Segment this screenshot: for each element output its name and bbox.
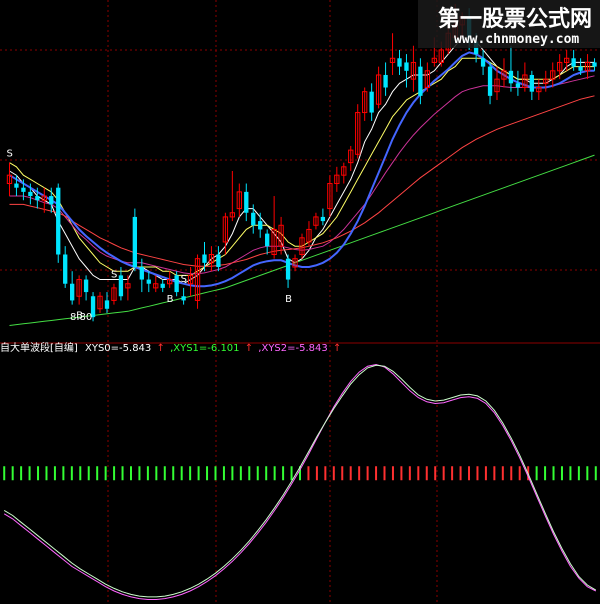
indicator-line-0 (3, 363, 597, 600)
candle-body-25 (181, 296, 186, 301)
candle-body-45 (320, 216, 326, 222)
indicator-panel[interactable] (3, 363, 600, 600)
candle-body-19 (139, 267, 144, 280)
candle-body-36 (258, 221, 263, 230)
candle-body-59 (418, 66, 423, 96)
candle-body-2 (21, 187, 26, 192)
candle-body-37 (265, 233, 270, 247)
indicator-histogram (3, 466, 597, 481)
legend-xys0: XYS0=-5.843 (85, 343, 151, 354)
legend-xys2: ,XYS2=-5.843 (258, 343, 327, 354)
candle-body-30 (216, 254, 221, 268)
candle-body-20 (146, 279, 151, 284)
candle-body-28 (202, 254, 207, 263)
candle-body-68 (480, 58, 486, 67)
grid-lines (0, 0, 600, 604)
signal-marker-2: S (111, 270, 117, 281)
indicator-lines (3, 363, 597, 600)
stock-chart[interactable]: SBSBSBS 8.80 自大单波段[自编] XYS0=-5.843 ↑ ,XY… (0, 0, 600, 604)
candle-body-35 (251, 212, 256, 226)
candle-body-34 (244, 191, 249, 213)
candle-body-3 (28, 191, 33, 197)
low-price-label: 8.80 (70, 312, 92, 323)
candle-body-6 (49, 196, 54, 205)
signal-markers: SBSBSBS (6, 0, 458, 322)
candle-body-57 (404, 62, 409, 71)
legend-xys0-arrow: ↑ (156, 343, 164, 354)
candle-body-40 (285, 258, 291, 280)
candle-body-24 (174, 275, 179, 293)
candle-body-81 (571, 58, 576, 67)
legend-xys1: ,XYS1=-6.101 (170, 343, 239, 354)
candle-body-69 (487, 66, 493, 96)
signal-marker-5: B (285, 294, 292, 305)
candle-body-1 (14, 183, 19, 188)
legend-xys2-arrow: ↑ (333, 343, 341, 354)
candlesticks[interactable] (6, 4, 597, 322)
candle-body-73 (515, 83, 521, 88)
legend-xys1-arrow: ↑ (245, 343, 253, 354)
signal-marker-0: S (6, 149, 12, 160)
candle-body-14 (104, 300, 110, 309)
candle-body-54 (383, 74, 388, 88)
candle-body-7 (56, 187, 61, 255)
indicator-name: 自大单波段[自编] (0, 341, 78, 354)
candle-body-52 (369, 91, 374, 113)
indicator-legend: 自大单波段[自编] XYS0=-5.843 ↑ ,XYS1=-6.101 ↑ ,… (0, 341, 341, 354)
indicator-line-1 (3, 364, 597, 598)
candle-body-11 (83, 279, 89, 293)
candle-body-8 (63, 254, 68, 284)
watermark-site-name: 第一股票公式网 (438, 6, 592, 32)
candle-body-22 (160, 283, 165, 288)
chart-window: SBSBSBS 8.80 自大单波段[自编] XYS0=-5.843 ↑ ,XY… (0, 0, 600, 604)
candle-body-75 (529, 74, 534, 92)
candle-body-9 (70, 283, 75, 301)
candle-body-18 (132, 216, 138, 268)
moving-average-lines (8, 36, 595, 326)
candle-body-84 (592, 62, 597, 67)
watermark: 第一股票公式网 www.chnmoney.com (418, 0, 600, 48)
candle-body-72 (508, 70, 514, 84)
candle-body-16 (118, 275, 124, 297)
price-panel[interactable]: SBSBSBS (6, 0, 597, 326)
signal-marker-3: B (167, 294, 174, 305)
watermark-url: www.chnmoney.com (454, 32, 579, 47)
candle-body-4 (35, 196, 40, 201)
candle-body-82 (578, 66, 583, 71)
candle-body-56 (397, 58, 402, 67)
signal-marker-4: S (181, 274, 187, 285)
